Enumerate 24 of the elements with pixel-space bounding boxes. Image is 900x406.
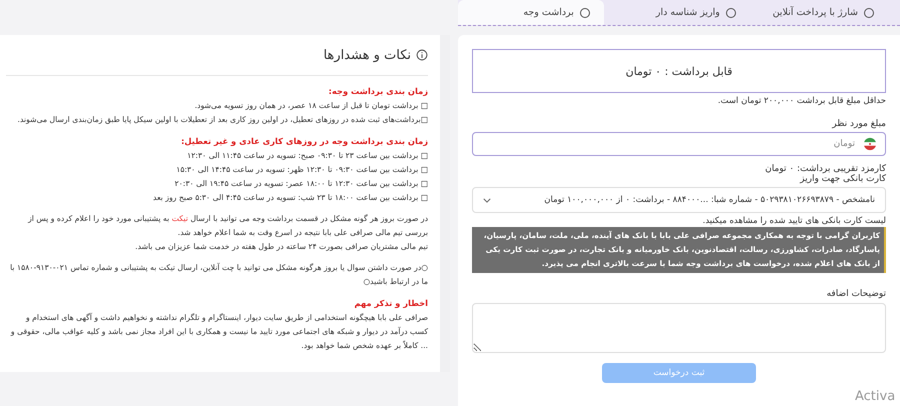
notes-field[interactable] [472, 303, 886, 353]
card-select[interactable]: نامشخص - ۵۰۲۹۳۸۱۰۲۶۶۹۳۸۷۹ - شماره شبا: ...۸۸۴۰۰۰ - برداشت: ۰ از ۱۰۰,۰۰۰,۰۰۰ تومان [472, 187, 886, 213]
info-icon [416, 49, 428, 61]
card-label: کارت بانکی جهت واریز [798, 174, 886, 184]
section-heading: زمان بندی برداشت وجه در روزهای کاری عادی و غیر تعطیل: [180, 135, 428, 148]
section-heading: اخطار و تذکر مهم [353, 297, 428, 310]
balance-box: قابل برداشت : ۰ تومان [472, 49, 886, 93]
tab[interactable]: شارژ با پرداخت آنلاین [750, 0, 888, 25]
panel-title: نکات و هشدارها [323, 48, 411, 62]
section-heading: زمان بندی برداشت وجه: [328, 85, 428, 98]
radio-icon[interactable] [580, 8, 590, 18]
chevron-down-icon [483, 198, 491, 202]
tab[interactable]: واریز شناسه دار [604, 0, 750, 25]
amount-field[interactable]: تومان [472, 132, 886, 156]
radio-icon[interactable] [726, 8, 736, 18]
card-hint: لیست کارت بانکی های تایید شده را مشاهده میکنید. [702, 216, 886, 226]
radio-icon[interactable] [864, 8, 874, 18]
min-amount-note: حداقل مبلغ قابل برداشت ۲۰۰,۰۰۰ تومان است. [716, 96, 886, 106]
notes-label: توضیحات اضافه [826, 289, 886, 299]
fee-text: کارمزد تقریبی برداشت: ۰ تومان [764, 164, 886, 174]
activation-text: Activa [855, 389, 896, 404]
amount-label: مبلغ مورد نظر [830, 119, 886, 129]
flag-icon [863, 137, 877, 151]
tab[interactable]: برداشت وجه [458, 0, 604, 25]
